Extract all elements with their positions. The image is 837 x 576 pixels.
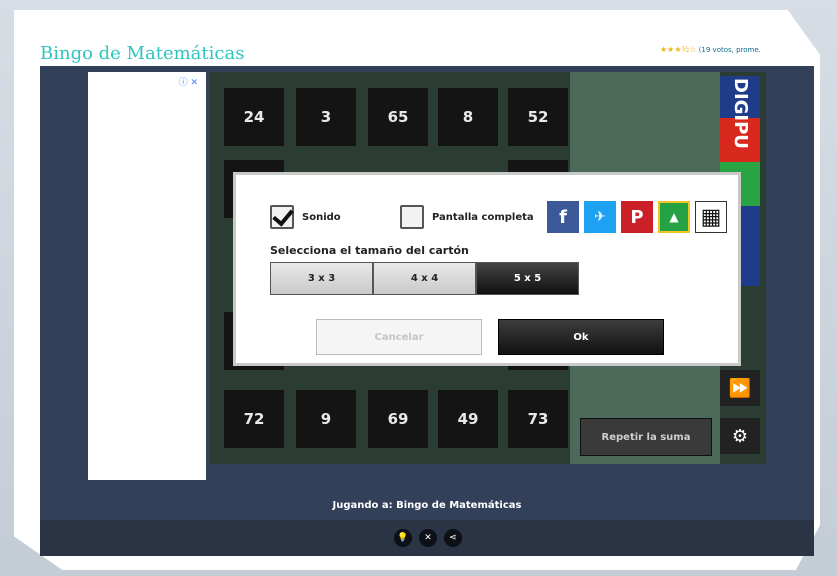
size-4x4-button[interactable]: 4 x 4 — [373, 262, 476, 295]
rating-stars[interactable]: ★★★½☆ — [660, 45, 696, 54]
repeat-sum-button[interactable]: Repetir la suma — [580, 418, 712, 456]
page-title: Bingo de Matemáticas — [40, 43, 245, 64]
cancel-button[interactable]: Cancelar — [316, 319, 482, 355]
size-5x5-button[interactable]: 5 x 5 — [476, 262, 579, 295]
bingo-cell[interactable]: 9 — [294, 388, 358, 450]
sound-label: Sonido — [302, 212, 341, 223]
pinterest-icon[interactable]: P — [621, 201, 653, 233]
share-icon: ⋖ — [449, 533, 457, 543]
settings-dialog: Sonido Pantalla completa f ✈ P ▲ ▦ Selec… — [233, 172, 741, 366]
bingo-cell[interactable]: 8 — [436, 86, 500, 148]
fast-forward-icon: ⏩ — [728, 377, 752, 399]
twitter-icon[interactable]: ✈ — [584, 201, 616, 233]
lightbulb-icon: 💡 — [397, 533, 409, 543]
size-3x3-button[interactable]: 3 x 3 — [270, 262, 373, 295]
now-playing-text: Jugando a: Bingo de Matemáticas — [332, 500, 522, 511]
ad-panel: ⓘ ✕ — [88, 72, 206, 480]
bingo-cell[interactable]: 69 — [366, 388, 430, 450]
facebook-icon[interactable]: f — [547, 201, 579, 233]
bingo-cell[interactable]: 24 — [222, 86, 286, 148]
google-classroom-icon[interactable]: ▲ — [658, 201, 690, 233]
fullscreen-checkbox[interactable] — [400, 205, 424, 229]
fullscreen-icon: ✕ — [424, 533, 432, 543]
next-button[interactable]: ⏩ — [720, 370, 760, 406]
gear-icon: ⚙ — [731, 425, 749, 447]
bingo-cell[interactable]: 72 — [222, 388, 286, 450]
qr-code-icon[interactable]: ▦ — [695, 201, 727, 233]
settings-button[interactable]: ⚙ — [720, 418, 760, 454]
bingo-cell[interactable]: 49 — [436, 388, 500, 450]
share-button[interactable]: ⋖ — [444, 529, 462, 547]
ok-button[interactable]: Ok — [498, 319, 664, 355]
bingo-cell[interactable]: 65 — [366, 86, 430, 148]
bingo-cell[interactable]: 3 — [294, 86, 358, 148]
bingo-cell[interactable]: 52 — [506, 86, 570, 148]
fullscreen-label: Pantalla completa — [432, 212, 534, 223]
rating-votes: (19 votos, prome. — [698, 46, 761, 54]
sound-checkbox[interactable] — [270, 205, 294, 229]
size-heading: Selecciona el tamaño del cartón — [270, 244, 469, 257]
rating[interactable]: ★★★½☆ (19 votos, prome. — [660, 45, 761, 54]
bingo-cell[interactable]: 73 — [506, 388, 570, 450]
hint-button[interactable]: 💡 — [394, 529, 412, 547]
ad-choices-icon[interactable]: ⓘ ✕ — [179, 75, 198, 88]
fullscreen-button[interactable]: ✕ — [419, 529, 437, 547]
